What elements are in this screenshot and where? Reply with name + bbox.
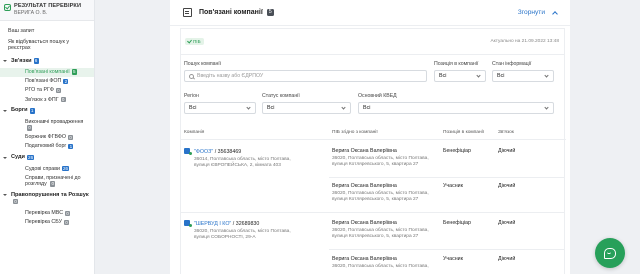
sidebar-item-tax-debt[interactable]: Податковий борг 1 [0, 142, 94, 151]
position-cell: Учасник [443, 183, 463, 189]
sidebar-item-related-fop[interactable]: Пов'язані ФОП 2 [0, 77, 94, 86]
company-icon [184, 148, 192, 155]
chat-button[interactable] [595, 238, 625, 268]
person-cell: Верига Оксана Валеріївна 36020, Полтавсь… [332, 256, 429, 269]
relation-cell: Діючий [498, 148, 516, 154]
building-icon [183, 8, 192, 17]
sidebar-item-rgo-rgf[interactable]: РГО та РГФ 0 [0, 86, 94, 95]
info-state-select[interactable]: Всі [492, 70, 554, 82]
sidebar-section-debts[interactable]: Борги 1 [0, 107, 94, 114]
kved-select[interactable]: Всі [358, 102, 554, 114]
sidebar-item-mvs-check[interactable]: Перевірка МВС 0 [0, 209, 94, 218]
card-count-badge: 5 [266, 9, 274, 16]
count-badge: 0 [50, 181, 56, 187]
count-badge: 5 [71, 69, 77, 75]
company-icon [184, 220, 192, 227]
company-search-input[interactable]: Введіть назву або ЄДРПОУ [184, 70, 427, 82]
company-status-label: Статус компанії [262, 93, 300, 99]
count-badge: 26 [27, 154, 35, 161]
sidebar-section-links[interactable]: Зв'язки 6 [0, 58, 94, 65]
chevron-down-icon [246, 105, 251, 110]
sidebar-item-your-request[interactable]: Ваш запит [0, 28, 94, 35]
chevron-down-icon [341, 105, 346, 110]
sidebar: РЕЗУЛЬТАТ ПЕРЕВІРКИ ВЕРИГА О. В. Ваш зап… [0, 0, 95, 274]
position-cell: Бенефіціар [443, 148, 471, 154]
sidebar-item-how-search-works[interactable]: Як відбувається пошук у реєстрах [0, 39, 94, 52]
check-icon [4, 4, 11, 11]
sidebar-item-scheduled-cases[interactable]: Справи, призначені до розгляду 0 [0, 173, 94, 188]
sidebar-section-offenses[interactable]: Правопорушення та Розшук 0 [0, 192, 94, 206]
count-badge: 0 [63, 219, 69, 226]
company-link[interactable]: "ШЕРВУД І КО" [194, 221, 231, 227]
result-title: РЕЗУЛЬТАТ ПЕРЕВІРКИ [14, 3, 82, 9]
related-companies-card: Пов'язані компанії 5 Згорнути ПІБ Актуал… [170, 0, 570, 274]
search-icon [189, 73, 194, 79]
col-position: Позиція в компанії [443, 130, 484, 135]
region-select[interactable]: Всі [184, 102, 256, 114]
actuality-timestamp: Актуально на 21.09.2022 13:48 [490, 39, 559, 44]
position-label: Позиція в компанії [434, 61, 479, 67]
result-subject: ВЕРИГА О. В. [14, 10, 48, 16]
company-status-select[interactable]: Всі [262, 102, 351, 114]
count-badge: 26 [61, 165, 70, 172]
person-cell: Верига Оксана Валеріївна 36020, Полтавсь… [332, 183, 429, 202]
count-badge: 0 [67, 134, 73, 141]
caret-down-icon [3, 156, 7, 159]
sidebar-item-sbu-check[interactable]: Перевірка СБУ 0 [0, 218, 94, 227]
company-cell: "ФООЗ" / 35638469 36014, Полтавська обла… [184, 148, 324, 169]
relation-cell: Діючий [498, 256, 516, 262]
count-badge: 2 [63, 78, 69, 85]
card-body: ПІБ Актуально на 21.09.2022 13:48 Пошук … [180, 28, 566, 274]
relation-cell: Діючий [498, 183, 516, 189]
chat-icon [604, 247, 616, 259]
chevron-down-icon [544, 105, 549, 110]
status-pill: ПІБ [185, 38, 204, 45]
count-badge: 1 [68, 143, 74, 150]
col-company: Компанія [184, 130, 205, 135]
col-name: ПІБ згідно з компанії [332, 130, 378, 135]
col-relation: Зв'язок [498, 130, 514, 135]
count-badge: 0 [60, 96, 66, 103]
position-cell: Учасник [443, 256, 463, 262]
collapse-button[interactable]: Згорнути [518, 9, 558, 17]
sidebar-item-court-cases[interactable]: Судові справи 26 [0, 164, 94, 173]
card-header: Пов'язані компанії 5 Згорнути [170, 0, 570, 26]
relation-cell: Діючий [498, 220, 516, 226]
person-cell: Верига Оксана Валеріївна 36020, Полтавсь… [332, 220, 429, 239]
caret-down-icon [3, 193, 7, 196]
company-link[interactable]: "ФООЗ" [194, 149, 213, 155]
caret-down-icon [3, 60, 7, 62]
check-icon [187, 38, 192, 44]
chevron-up-icon [552, 10, 558, 17]
kved-label: Основний КВЕД [358, 93, 397, 99]
sidebar-item-enforcement[interactable]: Виконавчі провадження 0 [0, 117, 94, 132]
sidebar-section-courts[interactable]: Суди 26 [0, 154, 94, 161]
card-title: Пов'язані компанії [199, 9, 263, 16]
position-cell: Бенефіціар [443, 220, 471, 226]
region-label: Регіон [184, 93, 199, 99]
chevron-down-icon [544, 73, 549, 78]
chevron-down-icon [476, 73, 481, 78]
count-badge: 0 [13, 198, 18, 205]
position-select[interactable]: Всі [434, 70, 486, 82]
filters-panel: Пошук компанії Введіть назву або ЄДРПОУ … [181, 55, 564, 117]
count-badge: 0 [65, 210, 71, 217]
search-label: Пошук компанії [184, 61, 222, 67]
sidebar-item-related-companies[interactable]: Пов'язані компанії 5 [0, 67, 94, 77]
sidebar-item-fgvfo-debtor[interactable]: Боржник ФГВФО 0 [0, 133, 94, 142]
sidebar-item-fpg-link[interactable]: Зв'язок з ФПГ 0 [0, 95, 94, 104]
person-cell: Верига Оксана Валеріївна 36020, Полтавсь… [332, 148, 429, 167]
info-state-label: Стан інформації [492, 61, 532, 67]
company-cell: "ШЕРВУД І КО" / 32689830 36020, Полтавсь… [184, 220, 324, 241]
sidebar-header: РЕЗУЛЬТАТ ПЕРЕВІРКИ ВЕРИГА О. В. [0, 0, 94, 21]
count-badge: 1 [29, 108, 35, 114]
count-badge: 0 [55, 87, 61, 94]
table-header: Компанія ПІБ згідно з компанії Позиція в… [181, 128, 566, 140]
count-badge: 6 [33, 58, 39, 64]
count-badge: 0 [27, 125, 32, 131]
caret-down-icon [3, 109, 7, 112]
